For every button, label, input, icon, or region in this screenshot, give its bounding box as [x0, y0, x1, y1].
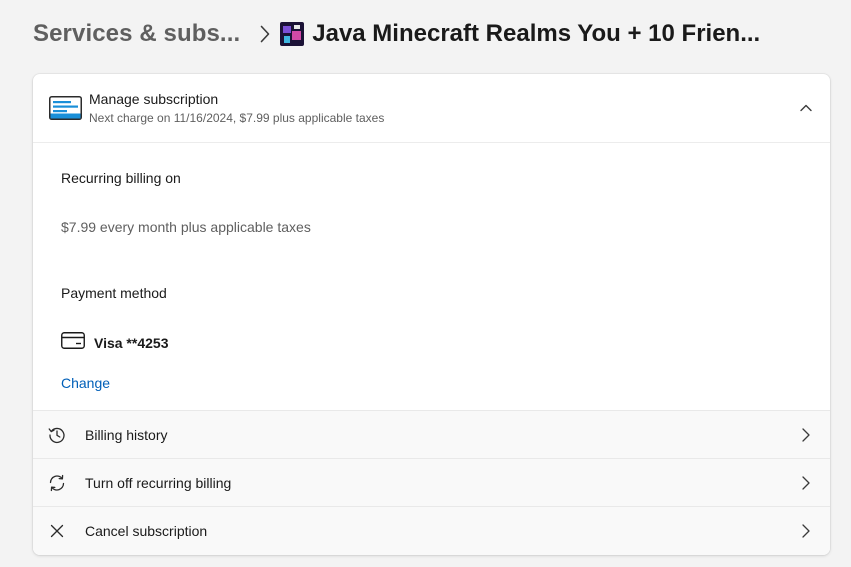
breadcrumb-parent-link[interactable]: Services & subs... — [33, 20, 240, 48]
chevron-up-icon[interactable] — [798, 100, 814, 116]
subscription-card-icon — [49, 96, 82, 125]
close-icon — [48, 522, 66, 540]
history-icon — [48, 426, 66, 444]
manage-subscription-title: Manage subscription — [89, 91, 219, 107]
sync-icon — [48, 474, 66, 492]
billing-history-label: Billing history — [85, 427, 168, 443]
change-payment-link[interactable]: Change — [61, 375, 110, 391]
page-title-text: Java Minecraft Realms You + 10 Frien... — [312, 20, 761, 47]
manage-subscription-header[interactable]: Manage subscription Next charge on 11/16… — [33, 74, 830, 143]
payment-card-name: Visa **4253 — [94, 335, 169, 351]
credit-card-icon — [61, 332, 85, 354]
turn-off-recurring-billing-row[interactable]: Turn off recurring billing — [33, 458, 830, 507]
payment-method-label: Payment method — [61, 285, 167, 301]
cancel-subscription-row[interactable]: Cancel subscription — [33, 506, 830, 555]
recurring-billing-label: Recurring billing on — [61, 170, 181, 186]
cancel-subscription-label: Cancel subscription — [85, 523, 208, 539]
next-charge-text: Next charge on 11/16/2024, $7.99 plus ap… — [89, 111, 385, 125]
product-thumbnail-icon — [280, 22, 305, 46]
chevron-right-icon — [801, 523, 811, 539]
chevron-right-icon — [801, 427, 811, 443]
subscription-card: Manage subscription Next charge on 11/16… — [33, 74, 830, 555]
page-title: Java Minecraft Realms You + 10 Frien... — [280, 20, 760, 48]
chevron-right-icon — [260, 25, 270, 43]
billing-price-text: $7.99 every month plus applicable taxes — [61, 219, 311, 235]
chevron-right-icon — [801, 475, 811, 491]
breadcrumb: Services & subs... Java Minecraft Realms… — [33, 14, 760, 54]
billing-history-row[interactable]: Billing history — [33, 410, 830, 459]
payment-card-row: Visa **4253 — [61, 332, 168, 354]
turn-off-recurring-billing-label: Turn off recurring billing — [85, 475, 232, 491]
